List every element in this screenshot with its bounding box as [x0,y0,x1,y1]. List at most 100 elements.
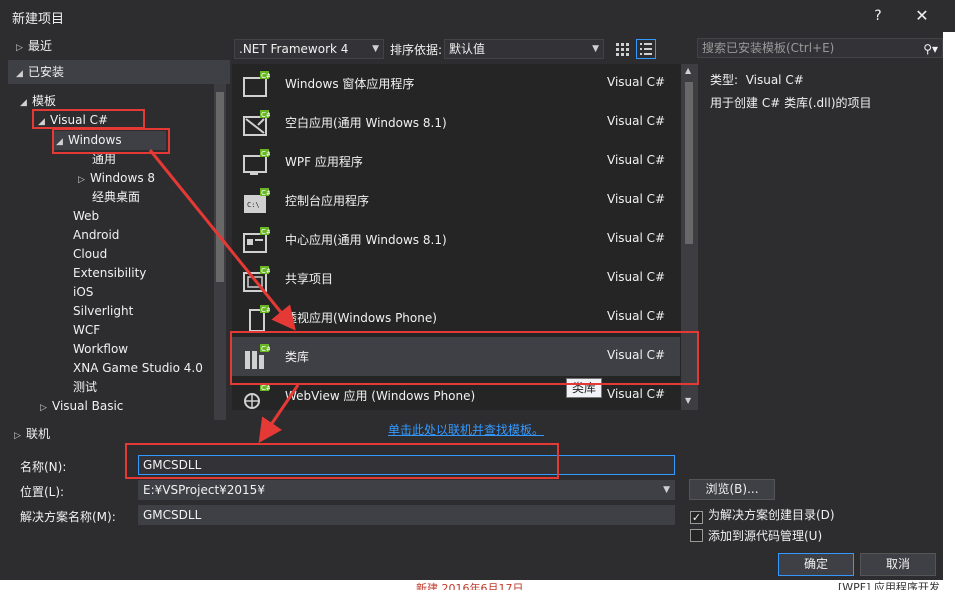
template-language: Visual C# [607,309,666,323]
template-item[interactable]: C# 中心应用(通用 Windows 8.1) Visual C# [232,220,680,259]
background-footer-text: 新建 2016年6月17日 [416,582,524,590]
framework-select[interactable]: .NET Framework 4 ▼ [234,39,384,59]
search-icon[interactable]: ⚲▾ [923,40,938,58]
template-name: 共享项目 [285,272,334,286]
svg-text:C#: C# [261,72,270,80]
source-control-option[interactable]: 添加到源代码管理(U) [690,527,822,544]
tree-item-category[interactable]: Android [73,226,119,245]
sort-label: 排序依据: [390,43,443,57]
svg-text:C#: C# [261,111,270,119]
tree-item-category[interactable]: iOS [73,283,93,302]
tree-item-visual-basic[interactable]: ▷ Visual Basic [40,397,123,416]
browse-button[interactable]: 浏览(B)... [689,479,775,500]
tree-item-category[interactable]: Cloud [73,245,107,264]
scroll-up-icon[interactable]: ▲ [685,66,691,75]
tree-item-windows8[interactable]: ▷ Windows 8 [78,169,155,188]
expand-arrow-icon: ▷ [40,403,47,413]
scrollbar-thumb[interactable] [216,92,224,282]
chevron-down-icon: ▼ [372,44,379,54]
tree-item-category[interactable]: XNA Game Studio 4.0 [73,359,203,378]
scroll-down-icon[interactable]: ▼ [685,396,691,405]
online-templates-link[interactable]: 单击此处以联机并查找模板。 [388,421,544,438]
solution-name-label: 解决方案名称(M): [20,510,116,524]
ok-button[interactable]: 确定 [778,553,854,576]
annotation-box-windows [52,128,170,154]
sort-value: 默认值 [449,42,486,56]
template-name: Windows 窗体应用程序 [285,77,415,91]
tree-item-online[interactable]: ▷ 联机 [14,425,50,442]
name-label: 名称(N): [20,460,67,474]
template-name: 中心应用(通用 Windows 8.1) [285,233,447,247]
svg-text:C:\: C:\ [247,201,260,209]
cancel-button[interactable]: 取消 [860,553,936,576]
tree-item-category[interactable]: Extensibility [73,264,146,283]
help-button[interactable]: ? [866,4,890,28]
tree-label: Visual Basic [52,399,124,413]
source-control-checkbox[interactable] [690,529,703,542]
sort-select[interactable]: 默认值 ▼ [444,39,604,59]
tree-item-classic-desktop[interactable]: 经典桌面 [92,188,140,207]
framework-value: .NET Framework 4 [239,42,349,56]
close-button[interactable]: ✕ [908,4,936,28]
tree-label: 模板 [32,94,57,108]
template-language: Visual C# [607,153,666,167]
collapse-arrow-icon: ◢ [20,98,27,108]
tree-label: 已安装 [28,65,65,79]
expand-arrow-icon: ▷ [14,431,21,441]
chevron-down-icon[interactable]: ▼ [663,481,670,499]
tree-item-installed[interactable]: ◢ 已安装 [8,60,230,84]
template-name: WebView 应用 (Windows Phone) [285,389,476,403]
webview-icon: C# [244,383,270,409]
template-item[interactable]: C# Windows 窗体应用程序 Visual C# [232,64,680,103]
template-item[interactable]: C# WPF 应用程序 Visual C# [232,142,680,181]
tree-item-category[interactable]: 测试 [73,378,97,397]
scrollbar-thumb[interactable] [685,82,693,244]
background-page-strip [943,0,955,590]
type-label: 类型: [710,73,739,87]
hub-app-icon: C# [243,227,270,253]
tree-item-category[interactable]: Workflow [73,340,128,359]
list-view-icon[interactable] [636,39,656,59]
template-search-input[interactable]: 搜索已安装模板(Ctrl+E) ⚲▾ [697,38,943,58]
template-language: Visual C# [607,387,666,401]
type-value: Visual C# [745,73,804,87]
grid-view-icon[interactable] [612,39,632,59]
winforms-icon: C# [243,71,270,97]
svg-text:C#: C# [261,306,270,314]
svg-text:C#: C# [261,384,270,392]
chevron-down-icon: ▼ [592,44,599,54]
template-item[interactable]: C# 空白应用(通用 Windows 8.1) Visual C# [232,103,680,142]
location-value: E:¥VSProject¥2015¥ [143,483,265,497]
search-placeholder: 搜索已安装模板(Ctrl+E) [702,41,835,55]
create-directory-option[interactable]: ✓ 为解决方案创建目录(D) [690,506,835,524]
tree-item-recent[interactable]: ▷ 最近 [8,34,230,58]
svg-text:C#: C# [261,228,270,236]
blank-app-icon: C# [243,110,270,136]
tree-scrollbar[interactable] [214,84,226,420]
template-item[interactable]: C:\C# 控制台应用程序 Visual C# [232,181,680,220]
tree-item-category[interactable]: WCF [73,321,100,340]
template-item[interactable]: C# 共享项目 Visual C# [232,259,680,298]
annotation-box-project-name [125,443,559,479]
pivot-app-icon: C# [249,305,270,332]
source-control-label: 添加到源代码管理(U) [708,529,823,543]
template-description: 用于创建 C# 类库(.dll)的项目 [710,96,872,110]
template-language: Visual C# [607,270,666,284]
create-directory-checkbox[interactable]: ✓ [690,511,703,524]
dialog-title: 新建项目 [12,12,65,27]
console-icon: C:\C# [244,188,270,213]
template-name: WPF 应用程序 [285,155,363,169]
expand-arrow-icon: ▷ [78,175,85,185]
solution-name-input[interactable]: GMCSDLL [138,505,675,525]
tree-item-category[interactable]: Web [73,207,99,226]
template-language: Visual C# [607,75,666,89]
template-type: 类型: Visual C# [710,71,804,88]
tree-item-category[interactable]: Silverlight [73,302,133,321]
tree-label: 最近 [28,39,53,53]
location-input[interactable]: E:¥VSProject¥2015¥ ▼ [138,480,675,500]
annotation-box-class-library [230,331,699,385]
template-language: Visual C# [607,114,666,128]
annotation-box-visual-csharp [32,109,145,129]
template-tree: ▷ 最近 ◢ 已安装 ◢ 模板 ◢ Visual C# ◢ Windows 通用 ▷ Win… [8,32,230,422]
title-bar: 新建项目 ? ✕ [0,0,955,32]
